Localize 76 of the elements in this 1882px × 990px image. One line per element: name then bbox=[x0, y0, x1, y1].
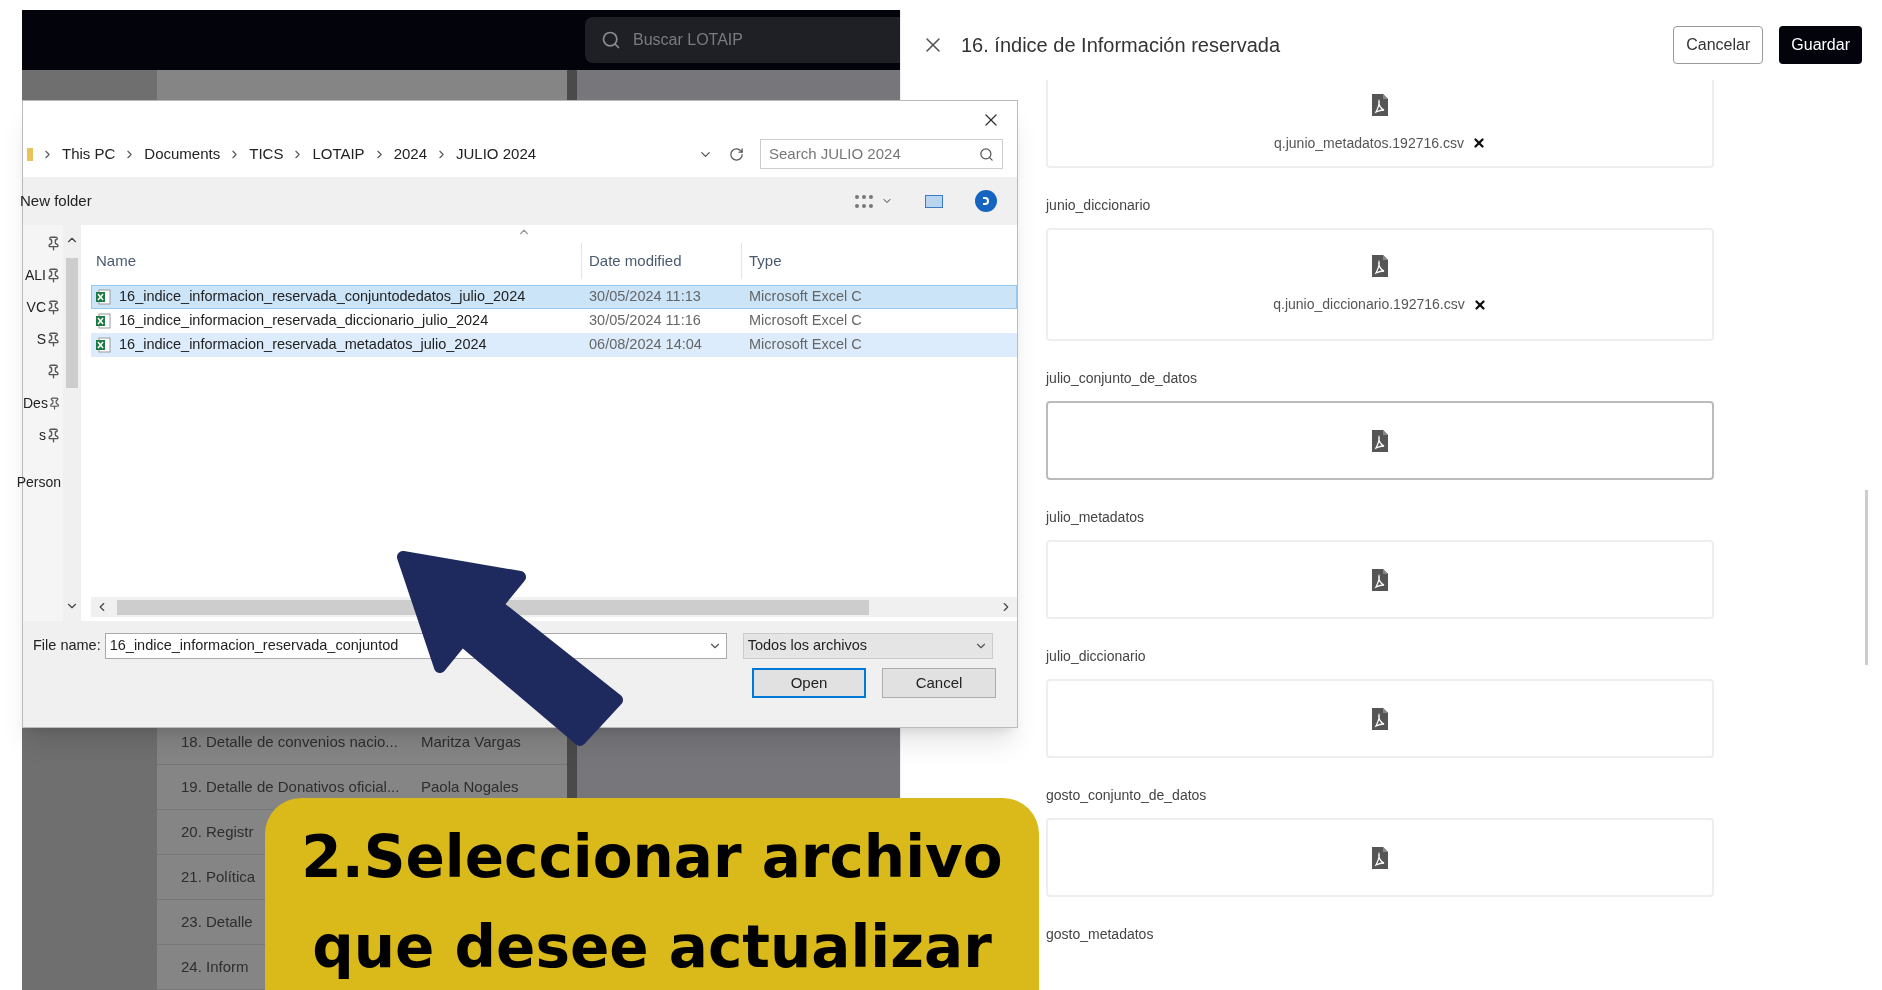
row-title: 19. Detalle de Donativos oficial... bbox=[181, 776, 401, 797]
save-button[interactable]: Guardar bbox=[1779, 26, 1862, 64]
upload-box[interactable]: q.junio_metadatos.192716.csv bbox=[1046, 80, 1714, 168]
file-name: q.junio_diccionario.192716.csv bbox=[1273, 295, 1465, 314]
file-type-dropdown[interactable]: Todos los archivos bbox=[742, 633, 993, 659]
file-type: Microsoft Excel C bbox=[748, 287, 863, 307]
file-date: 30/05/2024 11:16 bbox=[588, 311, 702, 331]
field-label: julio_diccionario bbox=[1046, 647, 1147, 666]
row-owner: Paola Nogales bbox=[421, 776, 519, 797]
file-type: Microsoft Excel C bbox=[748, 311, 863, 331]
file-type: Microsoft Excel C bbox=[748, 335, 863, 355]
spreadsheet-file-icon bbox=[95, 313, 111, 329]
column-header[interactable]: Date modified bbox=[581, 243, 741, 279]
column-header[interactable]: Type bbox=[741, 243, 1017, 279]
preview-pane-icon[interactable] bbox=[925, 194, 943, 208]
search-icon bbox=[979, 146, 994, 162]
open-button[interactable]: Open bbox=[752, 668, 866, 698]
cancel-button[interactable]: Cancelar bbox=[1673, 26, 1764, 64]
refresh-icon[interactable] bbox=[729, 146, 744, 162]
pdf-file-icon bbox=[1371, 706, 1389, 731]
nav-item[interactable]: Des bbox=[23, 392, 48, 414]
file-name: 16_indice_informacion_reservada_conjuntodedatos_julio_2024 bbox=[119, 287, 526, 307]
nav-item[interactable]: VC bbox=[26, 296, 46, 318]
field-label: julio_conjunto_de_datos bbox=[1046, 369, 1198, 388]
nav-item[interactable]: ALI bbox=[25, 264, 46, 286]
breadcrumb-item[interactable]: This PC bbox=[62, 142, 116, 166]
breadcrumb-item[interactable]: TICS bbox=[249, 142, 284, 166]
field-label: gosto_conjunto_de_datos bbox=[1046, 786, 1208, 805]
pdf-file-icon bbox=[1371, 845, 1389, 870]
scroll-thumb[interactable] bbox=[66, 258, 78, 388]
spreadsheet-file-icon bbox=[95, 289, 111, 305]
help-icon[interactable] bbox=[975, 190, 997, 212]
pdf-file-icon bbox=[1371, 428, 1389, 453]
pdf-file-icon bbox=[1371, 92, 1389, 117]
upload-box[interactable]: q.junio_diccionario.192716.csv bbox=[1046, 228, 1714, 341]
field-label: julio_metadatos bbox=[1046, 508, 1146, 527]
search-field[interactable]: Search JULIO 2024 bbox=[760, 139, 1003, 169]
cancel-button[interactable]: Cancel bbox=[882, 668, 996, 698]
file-row[interactable]: 16_indice_informacion_reservada_conjuntodedatos_julio_2024 30/05/2024 11:13 Microsoft Excel C bbox=[91, 285, 1017, 309]
remove-icon[interactable] bbox=[1471, 136, 1486, 150]
file-date: 06/08/2024 14:04 bbox=[588, 335, 703, 355]
file-name-label: File name: bbox=[33, 636, 101, 656]
file-date: 30/05/2024 11:13 bbox=[588, 287, 702, 307]
nav-item[interactable]: s bbox=[39, 424, 46, 446]
column-header[interactable]: Name bbox=[91, 243, 581, 279]
row-title: 18. Detalle de convenios nacio... bbox=[181, 731, 399, 752]
search-field[interactable]: Buscar LOTAIP bbox=[585, 17, 900, 63]
file-name: 16_indice_informacion_reservada_diccionario_julio_2024 bbox=[119, 311, 489, 331]
row-title: 23. Detalle bbox=[181, 911, 254, 932]
file-name: q.junio_metadatos.192716.csv bbox=[1274, 133, 1464, 153]
row-title: 21. Política bbox=[181, 866, 257, 887]
panel-title: 16. índice de Información reservada bbox=[961, 33, 1282, 58]
pdf-file-icon bbox=[1371, 254, 1389, 278]
folder-icon bbox=[27, 147, 33, 161]
search-icon bbox=[601, 30, 621, 50]
scrollbar[interactable] bbox=[1865, 490, 1868, 665]
callout-text: 2.Seleccionar archivo bbox=[301, 822, 1003, 893]
spreadsheet-file-icon bbox=[95, 337, 111, 353]
pdf-file-icon bbox=[1371, 567, 1389, 592]
view-list-icon[interactable] bbox=[855, 194, 873, 208]
row-owner: Maritza Vargas bbox=[421, 731, 521, 752]
nav-item[interactable]: Person bbox=[16, 471, 61, 493]
row-title: 20. Registr bbox=[181, 821, 255, 842]
address-bar[interactable]: This PC Documents TICS LOTAIP 2024 JULIO 2024 bbox=[23, 139, 713, 169]
nav-item[interactable]: S bbox=[36, 328, 46, 350]
new-folder-button[interactable]: New folder bbox=[20, 189, 92, 213]
callout-text: que desee actualizar bbox=[312, 912, 992, 983]
breadcrumb-item[interactable]: JULIO 2024 bbox=[456, 142, 537, 166]
breadcrumb-item[interactable]: LOTAIP bbox=[312, 142, 365, 166]
remove-icon[interactable] bbox=[1472, 297, 1487, 312]
field-label: gosto_metadatos bbox=[1046, 925, 1155, 944]
breadcrumb-item[interactable]: Documents bbox=[144, 142, 221, 166]
file-name: 16_indice_informacion_reservada_metadatos_julio_2024 bbox=[119, 335, 487, 355]
field-label: junio_diccionario bbox=[1046, 196, 1152, 215]
file-row[interactable]: 16_indice_informacion_reservada_metadatos_julio_2024 06/08/2024 14:04 Microsoft Excel C bbox=[91, 333, 1017, 357]
breadcrumb-item[interactable]: 2024 bbox=[393, 142, 427, 166]
